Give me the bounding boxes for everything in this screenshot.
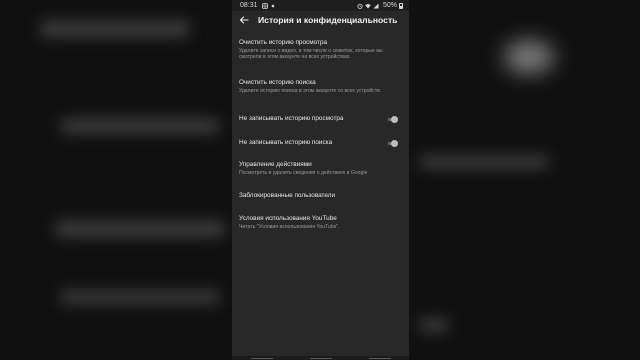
status-time: 08:31 xyxy=(240,2,258,9)
setting-subtitle: Читать "Условия использования YouTube". xyxy=(239,224,340,230)
wifi-icon xyxy=(365,3,371,9)
nav-home-handle[interactable] xyxy=(309,357,332,359)
status-bar: 08:31 50% xyxy=(232,0,409,11)
nav-recents-handle[interactable] xyxy=(368,357,391,359)
setting-title: Очистить историю поиска xyxy=(239,79,316,86)
setting-title: Очистить историю просмотра xyxy=(239,39,328,46)
alarm-icon xyxy=(357,3,363,9)
clear-search-history-item[interactable]: Очистить историю поиска Удалите историю … xyxy=(232,79,409,115)
instagram-notification-icon xyxy=(261,2,268,9)
setting-subtitle: Удалите историю поиска в этом аккаунте с… xyxy=(239,88,382,94)
clear-watch-history-item[interactable]: Очистить историю просмотра Удалите запис… xyxy=(232,39,409,79)
pause-search-history-toggle[interactable] xyxy=(387,139,399,147)
arrow-left-icon[interactable] xyxy=(238,14,250,26)
signal-icon xyxy=(373,3,379,8)
phone-screen: 08:31 50% История и конфиденциальность О… xyxy=(232,0,409,360)
pause-search-history-item[interactable]: Не записывать историю поиска xyxy=(232,139,409,161)
battery-icon xyxy=(399,2,403,9)
pause-watch-history-toggle[interactable] xyxy=(387,115,399,123)
blurred-backdrop-left xyxy=(0,0,232,360)
youtube-terms-item[interactable]: Условия использования YouTube Читать "Ус… xyxy=(232,215,409,245)
blocked-users-item[interactable]: Заблокированные пользователи xyxy=(232,192,409,215)
setting-title: Заблокированные пользователи xyxy=(239,192,336,199)
app-bar: История и конфиденциальность xyxy=(232,11,409,29)
setting-title: Условия использования YouTube xyxy=(239,215,337,222)
setting-subtitle: Посмотреть и удалить сведения о действия… xyxy=(239,170,368,176)
setting-title: Управление действиями xyxy=(239,161,312,168)
pause-watch-history-item[interactable]: Не записывать историю просмотра xyxy=(232,115,409,139)
setting-subtitle: Удалите записи о видео, в том числе о сю… xyxy=(239,48,383,61)
notification-dot-icon xyxy=(271,4,274,7)
setting-title: Не записывать историю поиска xyxy=(239,139,333,146)
settings-list: Очистить историю просмотра Удалите запис… xyxy=(232,29,409,245)
nav-back-handle[interactable] xyxy=(250,357,273,359)
blurred-backdrop-right xyxy=(409,0,640,360)
manage-activity-item[interactable]: Управление действиями Посмотреть и удали… xyxy=(232,161,409,192)
page-title: История и конфиденциальность xyxy=(258,15,398,25)
system-nav-bar xyxy=(232,356,409,360)
battery-percent: 50% xyxy=(382,2,397,9)
setting-title: Не записывать историю просмотра xyxy=(239,115,344,122)
